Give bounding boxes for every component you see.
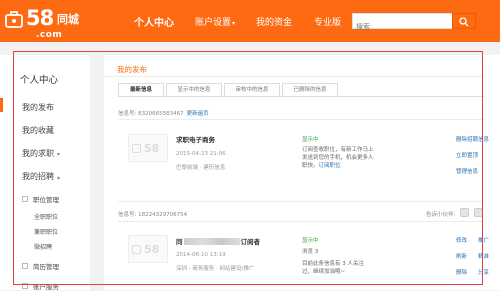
tab-deleted[interactable]: 已删除的信息 — [282, 83, 338, 97]
logo-domain: .com — [36, 30, 63, 40]
chevron-up-icon: ▴ — [57, 174, 61, 181]
nav-account-settings-label: 账户设置 — [195, 18, 232, 28]
sidebar-sub-micro[interactable]: 微招聘 — [34, 242, 52, 251]
search-icon — [459, 17, 469, 27]
share-to-friends[interactable]: 告诉小伙伴: — [426, 210, 455, 218]
divider — [118, 119, 484, 120]
checkbox-icon — [22, 196, 28, 202]
sidebar-item-label: 我的求职 — [22, 149, 54, 158]
sidebar: 个人中心 我的发布 我的收藏 我的求职 ▾ 我的招聘 ▴ 职位管理 全职职位 兼职职… — [0, 55, 90, 291]
divider — [118, 221, 484, 222]
thumbnail-logo-text: 58 — [144, 243, 160, 256]
sidebar-sub-job-management[interactable]: 职位管理 — [22, 194, 59, 204]
brand-logo[interactable]: 58 同城 .com — [4, 6, 102, 40]
nav-personal-center[interactable]: 个人中心 — [134, 14, 174, 29]
thumbnail-logo-text: 58 — [144, 142, 160, 155]
post-note: 订阅查收职位，有新工作马上发送到您的手机，机会更多人职快。订阅职位 — [302, 146, 374, 170]
sidebar-item-my-job-search[interactable]: 我的求职 ▾ — [22, 148, 60, 159]
post-thumbnail[interactable]: 58 — [128, 134, 168, 162]
chevron-down-icon: ▾ — [57, 151, 61, 158]
view-count: 浏览 3 — [302, 249, 319, 255]
status-badge: 显示中 — [302, 137, 319, 143]
divider — [118, 201, 484, 202]
sidebar-sub-label: 职位管理 — [33, 196, 59, 204]
nav-my-funds[interactable]: 我的资金 — [256, 15, 292, 28]
post-info-id: 信息号: 18224329706754 — [118, 212, 188, 218]
tab-divider — [118, 96, 484, 97]
manage-info-button[interactable]: 管理信息 — [456, 167, 478, 175]
logo-bag-icon — [5, 11, 23, 28]
divider — [104, 76, 484, 77]
checkbox-icon — [22, 263, 28, 269]
redacted-text — [183, 238, 240, 245]
post-info-id: 信息号: 8320665583467 更新遍页 — [118, 109, 209, 117]
search-input[interactable] — [353, 20, 455, 34]
delete-button[interactable]: 删除 — [456, 268, 467, 276]
update-link[interactable]: 更新遍页 — [187, 111, 209, 117]
refresh-button[interactable]: 刷新 — [456, 252, 467, 260]
top-navigation-bar: 58 同城 .com 个人中心 账户设置▾ 我的资金 专业版 — [0, 0, 500, 42]
post-note: 目前此条信息有 3 人关注过，继续加油哦~ — [302, 261, 364, 275]
page-title: 我的发布 — [117, 65, 147, 74]
more-icon[interactable] — [474, 208, 483, 217]
post-title[interactable]: 同 订阅者 — [176, 236, 260, 246]
post-date: 2014-06-10 13:19 — [176, 252, 226, 258]
logo-number: 58 — [26, 6, 54, 30]
checkbox-icon — [22, 283, 28, 289]
sidebar-item-my-recruitment[interactable]: 我的招聘 ▴ — [22, 171, 60, 182]
logo-bag-icon — [132, 144, 141, 153]
search-box — [352, 13, 476, 34]
main-content: 我的发布 最新信息 显示中的信息 审核中的信息 已删除的信息 信息号: 8320… — [104, 55, 500, 290]
sidebar-sub-label: 简历管理 — [33, 263, 59, 271]
sidebar-item-label: 我的招聘 — [22, 172, 54, 181]
sidebar-sub-resume-management[interactable]: 简历管理 — [22, 261, 59, 271]
post-title[interactable]: 求职电子商务 — [176, 134, 215, 144]
nav-pro-version[interactable]: 专业版 — [314, 15, 341, 28]
chevron-down-icon: ▾ — [232, 20, 236, 27]
status-badge: 显示中 — [302, 238, 319, 244]
sidebar-active-indicator — [0, 98, 3, 112]
share-icon[interactable] — [460, 208, 469, 217]
precise-button[interactable]: 精准 — [478, 252, 489, 260]
post-title-suffix: 订阅者 — [240, 238, 261, 246]
post-date: 2015-04-23 21:06 — [176, 151, 226, 157]
sidebar-sub-fulltime[interactable]: 全职职位 — [34, 212, 58, 221]
info-id-text: 信息号: 8320665583467 — [118, 111, 184, 117]
share-button[interactable]: 分享 — [478, 268, 489, 276]
pin-top-button[interactable]: 立即置顶 — [456, 151, 478, 159]
sidebar-sub-parttime[interactable]: 兼职职位 — [34, 227, 58, 236]
subscribe-link[interactable]: 订阅职位 — [319, 163, 341, 169]
tab-reviewing[interactable]: 审核中的信息 — [224, 83, 280, 97]
post-meta: 巴黎前端 · 建历信息 — [176, 165, 226, 171]
search-button[interactable] — [452, 13, 476, 29]
logo-text: 同城 — [57, 13, 79, 26]
nav-account-settings[interactable]: 账户设置▾ — [195, 15, 235, 28]
sidebar-title: 个人中心 — [20, 75, 59, 86]
logo-bag-icon — [132, 245, 141, 254]
delete-recruit-button[interactable]: 删除招聘信息 — [456, 135, 489, 143]
tab-displaying[interactable]: 显示中的信息 — [166, 83, 222, 97]
post-meta: 深圳 · 商务服务 · 网站建设/推广 — [176, 266, 255, 272]
promote-button[interactable]: 推广 — [478, 236, 489, 244]
tab-latest[interactable]: 最新信息 — [118, 83, 164, 97]
post-title-prefix: 同 — [176, 238, 183, 246]
post-thumbnail[interactable]: 58 — [128, 235, 168, 263]
sidebar-item-my-posts[interactable]: 我的发布 — [22, 102, 54, 113]
sidebar-item-my-favorites[interactable]: 我的收藏 — [22, 125, 54, 136]
edit-button[interactable]: 修改 — [456, 236, 467, 244]
